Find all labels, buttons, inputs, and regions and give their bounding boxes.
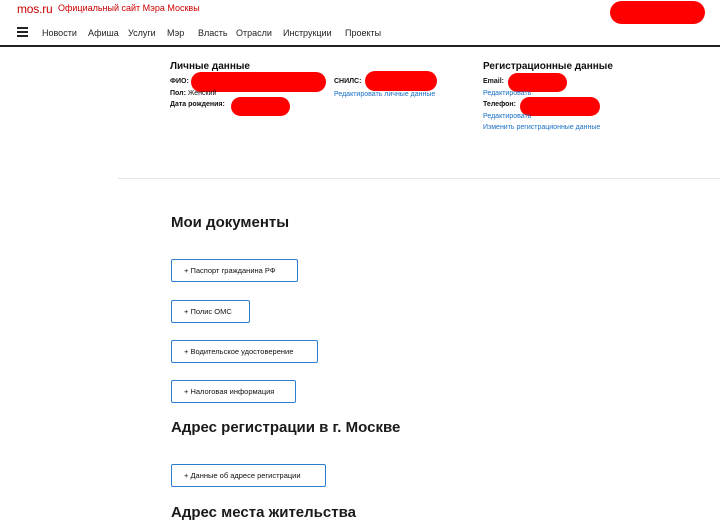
top-bar: mos.ru Официальный сайт Мэра Москвы <box>0 0 720 24</box>
add-oms-button[interactable]: + Полис ОМС <box>171 300 250 323</box>
nav-item-industries[interactable]: Отрасли <box>236 28 272 38</box>
birth-row: Дата рождения: <box>170 101 225 108</box>
nav-item-instructions[interactable]: Инструкции <box>283 28 332 38</box>
add-registration-address-button[interactable]: + Данные об адресе регистрации <box>171 464 326 487</box>
nav-item-afisha[interactable]: Афиша <box>88 28 119 38</box>
nav-item-services[interactable]: Услуги <box>128 28 156 38</box>
registration-data-title: Регистрационные данные <box>483 61 613 72</box>
fio-row: ФИО: <box>170 78 189 85</box>
residence-address-title: Адрес места жительства <box>171 504 356 521</box>
gender-value: Женский <box>187 90 217 97</box>
edit-email-link[interactable]: Редактировать <box>483 90 531 97</box>
user-account-redacted[interactable] <box>610 1 705 24</box>
gender-row: Пол: Женский <box>170 90 216 97</box>
birth-label: Дата рождения: <box>170 101 225 108</box>
personal-data-title: Личные данные <box>170 61 250 72</box>
nav-item-government[interactable]: Власть <box>198 28 228 38</box>
snils-label: СНИЛС: <box>334 78 362 85</box>
phone-redacted <box>520 97 600 116</box>
phone-row: Телефон: <box>483 101 516 108</box>
documents-title: Мои документы <box>171 214 290 231</box>
gender-label: Пол: <box>170 90 186 97</box>
email-label: Email: <box>483 78 505 85</box>
add-passport-button[interactable]: + Паспорт гражданина РФ <box>171 259 298 282</box>
nav-item-news[interactable]: Новости <box>42 28 77 38</box>
birth-date-redacted <box>231 97 290 116</box>
add-tax-info-button[interactable]: + Налоговая информация <box>171 380 296 403</box>
nav-item-mayor[interactable]: Мэр <box>167 28 184 38</box>
section-divider <box>118 178 720 179</box>
add-driver-license-button[interactable]: + Водительское удостоверение <box>171 340 318 363</box>
main-nav: Новости Афиша Услуги Мэр Власть Отрасли … <box>0 22 720 47</box>
site-title[interactable]: Официальный сайт Мэра Москвы <box>58 3 200 13</box>
nav-item-projects[interactable]: Проекты <box>345 28 381 38</box>
email-row: Email: <box>483 78 504 85</box>
site-logo[interactable]: mos.ru <box>17 2 53 16</box>
fio-label: ФИО: <box>170 78 189 85</box>
snils-row: СНИЛС: <box>334 78 361 85</box>
edit-phone-link[interactable]: Редактировать <box>483 113 531 120</box>
snils-redacted <box>365 71 437 91</box>
phone-label: Телефон: <box>483 101 516 108</box>
registration-address-title: Адрес регистрации в г. Москве <box>171 419 401 436</box>
edit-personal-link[interactable]: Редактировать личные данные <box>334 91 435 98</box>
hamburger-icon[interactable] <box>17 27 28 37</box>
fio-redacted <box>191 72 326 92</box>
change-registration-link[interactable]: Изменить регистрационные данные <box>483 124 600 131</box>
